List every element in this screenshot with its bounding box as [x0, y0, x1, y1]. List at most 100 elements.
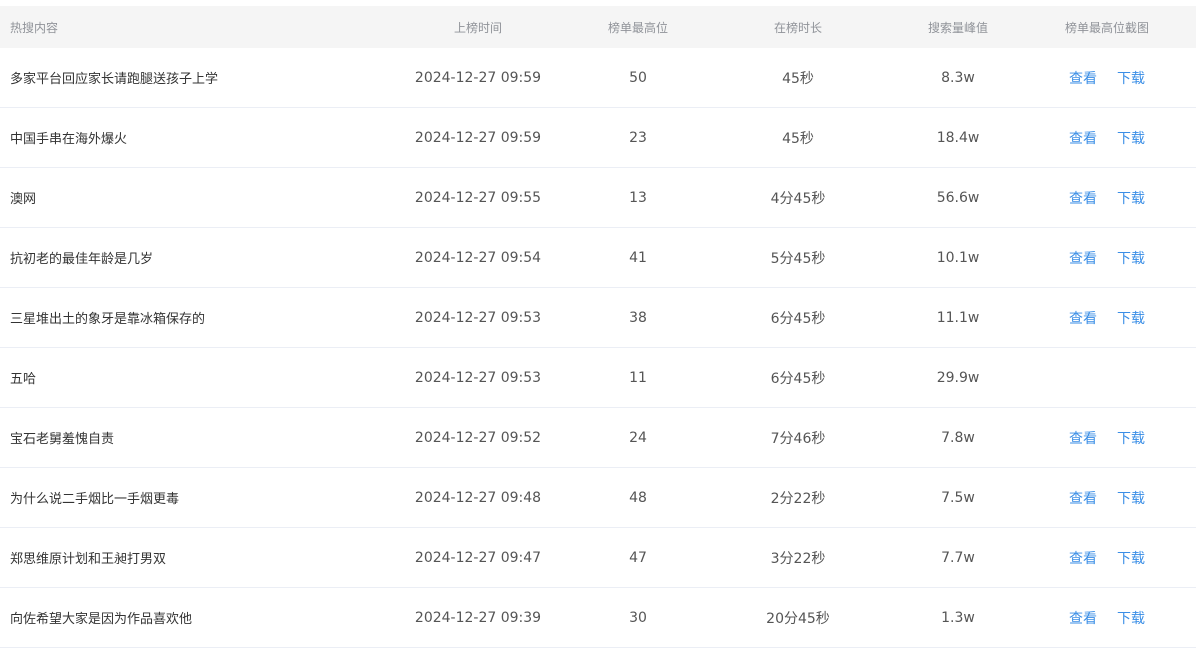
- duration-on-list: 6分45秒: [770, 370, 826, 387]
- highest-rank: 23: [629, 129, 647, 146]
- listed-time: 2024-12-27 09:48: [414, 489, 542, 506]
- screenshot-actions: 查看 下载: [1018, 128, 1196, 148]
- duration-on-list: 4分45秒: [770, 190, 826, 207]
- listed-time: 2024-12-27 09:59: [414, 69, 542, 86]
- header-peak[interactable]: 搜索量峰值: [898, 19, 1018, 36]
- duration-on-list: 45秒: [782, 130, 814, 147]
- view-link[interactable]: 查看: [1069, 428, 1097, 448]
- hot-search-table: 热搜内容 上榜时间 榜单最高位 在榜时长 搜索量峰值 榜单最高位截图 多家平台回…: [0, 6, 1196, 648]
- peak-search-volume: 11.1w: [936, 309, 980, 326]
- view-link[interactable]: 查看: [1069, 548, 1097, 568]
- table-row: 向佐希望大家是因为作品喜欢他 2024-12-27 09:39 30 20分45秒 1.…: [0, 588, 1196, 648]
- action-links: 查看 下载: [1069, 188, 1145, 208]
- duration-on-list: 2分22秒: [770, 490, 826, 507]
- download-link[interactable]: 下载: [1117, 308, 1145, 328]
- download-link[interactable]: 下载: [1117, 428, 1145, 448]
- highest-rank: 38: [629, 309, 647, 326]
- table-row: 多家平台回应家长请跑腿送孩子上学 2024-12-27 09:59 50 45秒 8.3…: [0, 48, 1196, 108]
- screenshot-actions: 查看 下载: [1018, 488, 1196, 508]
- view-link[interactable]: 查看: [1069, 128, 1097, 148]
- table-row: 三星堆出土的象牙是靠冰箱保存的 2024-12-27 09:53 38 6分45秒 11…: [0, 288, 1196, 348]
- hot-search-title[interactable]: 抗初老的最佳年龄是几岁: [0, 248, 378, 267]
- header-time[interactable]: 上榜时间: [378, 19, 578, 36]
- peak-search-volume: 7.8w: [941, 429, 975, 446]
- action-links: 查看 下载: [1069, 548, 1145, 568]
- listed-time: 2024-12-27 09:53: [414, 309, 542, 326]
- peak-search-volume: 1.3w: [941, 609, 975, 626]
- download-link[interactable]: 下载: [1117, 68, 1145, 88]
- hot-search-title[interactable]: 郑思维原计划和王昶打男双: [0, 548, 378, 567]
- table-row: 郑思维原计划和王昶打男双 2024-12-27 09:47 47 3分22秒 7.7w 查…: [0, 528, 1196, 588]
- header-title[interactable]: 热搜内容: [0, 19, 378, 36]
- action-links: 查看 下载: [1069, 248, 1145, 268]
- duration-on-list: 7分46秒: [770, 430, 826, 447]
- duration-on-list: 6分45秒: [770, 310, 826, 327]
- table-row: 澳网 2024-12-27 09:55 13 4分45秒 56.6w 查看 下载: [0, 168, 1196, 228]
- action-links: 查看 下载: [1069, 308, 1145, 328]
- table-row: 抗初老的最佳年龄是几岁 2024-12-27 09:54 41 5分45秒 10.1w 查…: [0, 228, 1196, 288]
- highest-rank: 50: [629, 69, 647, 86]
- table-row: 中国手串在海外爆火 2024-12-27 09:59 23 45秒 18.4w 查看 下载: [0, 108, 1196, 168]
- view-link[interactable]: 查看: [1069, 488, 1097, 508]
- duration-on-list: 20分45秒: [766, 610, 830, 627]
- highest-rank: 48: [629, 489, 647, 506]
- view-link[interactable]: 查看: [1069, 248, 1097, 268]
- screenshot-actions: 查看 下载: [1018, 68, 1196, 88]
- screenshot-actions: 查看 下载: [1018, 248, 1196, 268]
- listed-time: 2024-12-27 09:52: [414, 429, 542, 446]
- listed-time: 2024-12-27 09:47: [414, 549, 542, 566]
- listed-time: 2024-12-27 09:59: [414, 129, 542, 146]
- view-link[interactable]: 查看: [1069, 308, 1097, 328]
- header-screenshot: 榜单最高位截图: [1064, 20, 1149, 35]
- view-link[interactable]: 查看: [1069, 188, 1097, 208]
- peak-search-volume: 10.1w: [936, 249, 980, 266]
- hot-search-title[interactable]: 多家平台回应家长请跑腿送孩子上学: [0, 68, 378, 87]
- view-link[interactable]: 查看: [1069, 608, 1097, 628]
- listed-time: 2024-12-27 09:55: [414, 189, 542, 206]
- highest-rank: 41: [629, 249, 647, 266]
- header-duration[interactable]: 在榜时长: [698, 19, 898, 36]
- hot-search-title[interactable]: 中国手串在海外爆火: [0, 128, 378, 147]
- download-link[interactable]: 下载: [1117, 188, 1145, 208]
- download-link[interactable]: 下载: [1117, 548, 1145, 568]
- peak-search-volume: 8.3w: [941, 69, 975, 86]
- peak-search-volume: 18.4w: [936, 129, 980, 146]
- duration-on-list: 45秒: [782, 70, 814, 87]
- duration-on-list: 3分22秒: [770, 550, 826, 567]
- highest-rank: 11: [629, 369, 647, 386]
- screenshot-actions: 查看 下载: [1018, 188, 1196, 208]
- table-header: 热搜内容 上榜时间 榜单最高位 在榜时长 搜索量峰值 榜单最高位截图: [0, 6, 1196, 48]
- screenshot-actions: 查看 下载: [1018, 608, 1196, 628]
- hot-search-title[interactable]: 五哈: [0, 368, 378, 387]
- screenshot-actions: 查看 下载: [1018, 428, 1196, 448]
- highest-rank: 30: [629, 609, 647, 626]
- highest-rank: 13: [629, 189, 647, 206]
- listed-time: 2024-12-27 09:39: [414, 609, 542, 626]
- hot-search-title[interactable]: 澳网: [0, 188, 378, 207]
- table-row: 五哈 2024-12-27 09:53 11 6分45秒 29.9w: [0, 348, 1196, 408]
- table-row: 宝石老舅羞愧自责 2024-12-27 09:52 24 7分46秒 7.8w 查看 下载: [0, 408, 1196, 468]
- screenshot-actions: 查看 下载: [1018, 308, 1196, 328]
- header-rank[interactable]: 榜单最高位: [578, 19, 698, 36]
- action-links: 查看 下载: [1069, 68, 1145, 88]
- peak-search-volume: 56.6w: [936, 189, 980, 206]
- listed-time: 2024-12-27 09:53: [414, 369, 542, 386]
- view-link[interactable]: 查看: [1069, 68, 1097, 88]
- hot-search-title[interactable]: 向佐希望大家是因为作品喜欢他: [0, 608, 378, 627]
- table-body: 多家平台回应家长请跑腿送孩子上学 2024-12-27 09:59 50 45秒 8.3…: [0, 48, 1196, 648]
- highest-rank: 24: [629, 429, 647, 446]
- hot-search-title[interactable]: 宝石老舅羞愧自责: [0, 428, 378, 447]
- peak-search-volume: 29.9w: [936, 369, 980, 386]
- action-links: 查看 下载: [1069, 608, 1145, 628]
- download-link[interactable]: 下载: [1117, 128, 1145, 148]
- duration-on-list: 5分45秒: [770, 250, 826, 267]
- hot-search-title[interactable]: 为什么说二手烟比一手烟更毒: [0, 488, 378, 507]
- peak-search-volume: 7.5w: [941, 489, 975, 506]
- download-link[interactable]: 下载: [1117, 248, 1145, 268]
- screenshot-actions: 查看 下载: [1018, 548, 1196, 568]
- action-links: 查看 下载: [1069, 428, 1145, 448]
- action-links: 查看 下载: [1069, 128, 1145, 148]
- download-link[interactable]: 下载: [1117, 608, 1145, 628]
- hot-search-title[interactable]: 三星堆出土的象牙是靠冰箱保存的: [0, 308, 378, 327]
- download-link[interactable]: 下载: [1117, 488, 1145, 508]
